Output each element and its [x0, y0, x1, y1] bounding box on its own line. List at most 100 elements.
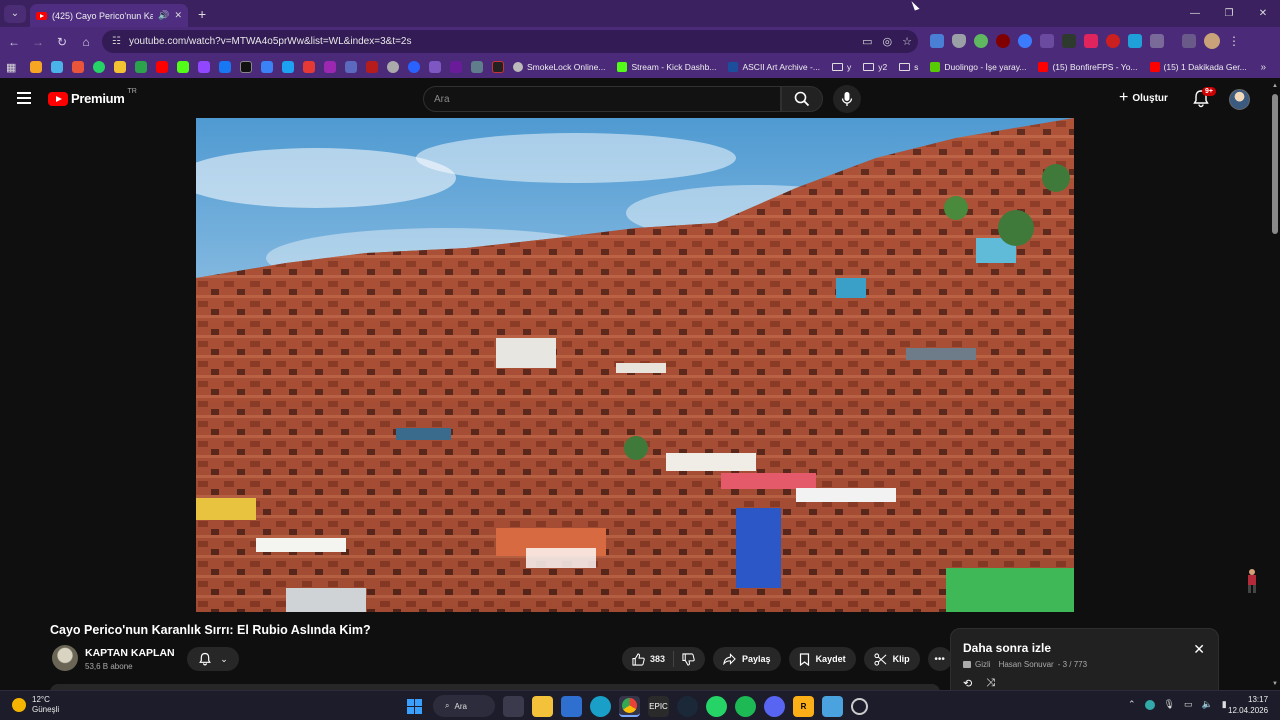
spotify-icon[interactable]	[735, 695, 756, 717]
loop-icon[interactable]: ⟲	[963, 677, 972, 690]
dislike-button[interactable]	[674, 652, 705, 666]
bookmark-link[interactable]: (15) 1 Dakikada Ger...	[1149, 62, 1247, 72]
task-view-icon[interactable]	[503, 695, 524, 717]
green-extension-icon[interactable]	[974, 34, 988, 48]
apps-grid-icon[interactable]: ▦	[6, 61, 20, 74]
more-actions-button[interactable]: •••	[927, 647, 952, 671]
swap-extension-icon[interactable]	[1128, 34, 1142, 48]
share-button[interactable]: Paylaş	[713, 647, 781, 671]
ublock-extension-icon[interactable]	[996, 34, 1010, 48]
clock[interactable]: 13:17 12.04.2026	[1228, 694, 1268, 716]
account-avatar[interactable]	[1229, 89, 1250, 110]
bookmark-star-icon[interactable]: ☆	[902, 35, 912, 48]
profile-icon[interactable]	[1204, 33, 1220, 49]
site-info-icon[interactable]: ☷	[112, 36, 121, 47]
url-text[interactable]: youtube.com/watch?v=MTWA4o5prWw&list=WL&…	[129, 36, 412, 47]
bookmark-icon[interactable]	[324, 61, 336, 73]
tracking-protection-icon[interactable]: ◎	[883, 35, 893, 48]
page-scrollbar[interactable]: ▲ ▼	[1270, 80, 1280, 690]
shuffle-icon[interactable]: ⤨	[986, 677, 995, 690]
battery-icon[interactable]: ▮	[1222, 699, 1227, 710]
settings-icon[interactable]	[851, 697, 868, 715]
bookmark-icon[interactable]	[429, 61, 441, 73]
puzzle-extensions-icon[interactable]	[1150, 34, 1164, 48]
bookmark-icon[interactable]	[471, 61, 483, 73]
weather-widget[interactable]: 12°C Güneşli	[12, 695, 59, 715]
playlist-close-icon[interactable]: ✕	[1193, 641, 1205, 658]
subscription-notifications-button[interactable]: ⌄	[187, 647, 239, 671]
x-bookmark-icon[interactable]	[240, 61, 252, 73]
whatsapp-bookmark-icon[interactable]	[93, 61, 105, 73]
microsoft-store-icon[interactable]	[561, 695, 582, 717]
bookmark-icon[interactable]	[408, 61, 420, 73]
arrow-extension-icon[interactable]	[1040, 34, 1054, 48]
start-button[interactable]	[404, 696, 425, 717]
bookmark-link[interactable]: Stream - Kick Dashb...	[617, 62, 716, 72]
stop-extension-icon[interactable]	[1106, 34, 1120, 48]
translate-extension-icon[interactable]	[930, 34, 944, 48]
kick-bookmark-icon[interactable]	[177, 61, 189, 73]
discord-icon[interactable]	[764, 695, 785, 717]
clip-button[interactable]: Klip	[863, 647, 920, 671]
whatsapp-icon[interactable]	[706, 695, 727, 717]
bookmark-link[interactable]: ASCII Art Archive -...	[728, 62, 820, 72]
save-button[interactable]: Kaydet	[788, 647, 856, 671]
bookmark-folder[interactable]: y2	[863, 62, 887, 72]
like-button[interactable]: 383	[622, 651, 675, 667]
browser-tab-active[interactable]: (425) Cayo Perico'nun Karanlık Sırrı: El…	[30, 4, 188, 27]
playlist-title[interactable]: Daha sonra izle	[963, 641, 1051, 655]
facebook-bookmark-icon[interactable]	[219, 61, 231, 73]
home-button[interactable]: ⌂	[74, 35, 98, 49]
bookmark-link[interactable]: SmokeLock Online...	[513, 62, 605, 72]
audio-extension-icon[interactable]	[1018, 34, 1032, 48]
bookmarks-overflow-icon[interactable]: »	[1260, 62, 1266, 73]
bookmark-icon[interactable]	[303, 61, 315, 73]
minimize-button[interactable]: —	[1178, 0, 1212, 27]
new-tab-button[interactable]: +	[198, 6, 206, 22]
search-input[interactable]	[434, 93, 780, 105]
restore-button[interactable]: ❐	[1212, 0, 1246, 27]
youtube-premium-logo[interactable]: Premium TR	[48, 88, 137, 106]
steam-icon[interactable]	[677, 695, 698, 717]
bookmark-icon[interactable]	[387, 61, 399, 73]
epic-games-icon[interactable]: EPIC	[648, 695, 669, 717]
taskbar-search[interactable]: ⌕ Ara	[433, 695, 495, 717]
speaker-icon[interactable]: 🔊	[158, 10, 169, 21]
close-window-button[interactable]: ✕	[1246, 0, 1280, 27]
scrollbar-thumb[interactable]	[1272, 94, 1278, 234]
channel-avatar[interactable]	[52, 645, 78, 671]
network-icon[interactable]: ▭	[1184, 699, 1193, 710]
bookmark-folder[interactable]: s	[899, 62, 918, 72]
shield-extension-icon[interactable]	[952, 34, 966, 48]
bookmark-icon[interactable]	[30, 61, 42, 73]
edge-icon[interactable]	[590, 695, 611, 717]
youtube-bookmark-icon[interactable]	[156, 61, 168, 73]
browser-menu-icon[interactable]: ⋮	[1228, 34, 1240, 48]
cast-icon[interactable]: ▭	[862, 35, 872, 48]
bookmark-icon[interactable]	[345, 61, 357, 73]
media-control-icon[interactable]	[1182, 34, 1196, 48]
reload-button[interactable]: ↻	[50, 35, 74, 49]
bookmark-icon[interactable]	[261, 61, 273, 73]
bookmark-icon[interactable]	[492, 61, 504, 73]
bookmark-icon[interactable]	[114, 61, 126, 73]
file-explorer-icon[interactable]	[532, 695, 553, 717]
create-button[interactable]: + Oluştur	[1119, 89, 1168, 107]
scroll-up-icon[interactable]: ▲	[1272, 83, 1278, 89]
back-button[interactable]: ←	[2, 35, 26, 49]
app-window-icon[interactable]	[822, 695, 843, 717]
notifications-button[interactable]: 9+	[1192, 87, 1216, 109]
bookmark-icon[interactable]	[282, 61, 294, 73]
glasses-extension-icon[interactable]	[1062, 34, 1076, 48]
bookmark-link[interactable]: (15) BonfireFPS - Yo...	[1038, 62, 1138, 72]
microphone-tray-icon[interactable]: 🎙	[1164, 699, 1175, 710]
bookmark-icon[interactable]	[51, 61, 63, 73]
search-button[interactable]	[781, 86, 823, 112]
voice-search-button[interactable]	[833, 85, 861, 113]
menu-icon[interactable]	[17, 92, 31, 104]
tab-search-button[interactable]: ⌄	[4, 4, 26, 23]
bookmark-icon[interactable]	[366, 61, 378, 73]
red-extension-icon[interactable]	[1084, 34, 1098, 48]
bookmark-icon[interactable]	[198, 61, 210, 73]
chrome-icon[interactable]	[619, 695, 640, 717]
